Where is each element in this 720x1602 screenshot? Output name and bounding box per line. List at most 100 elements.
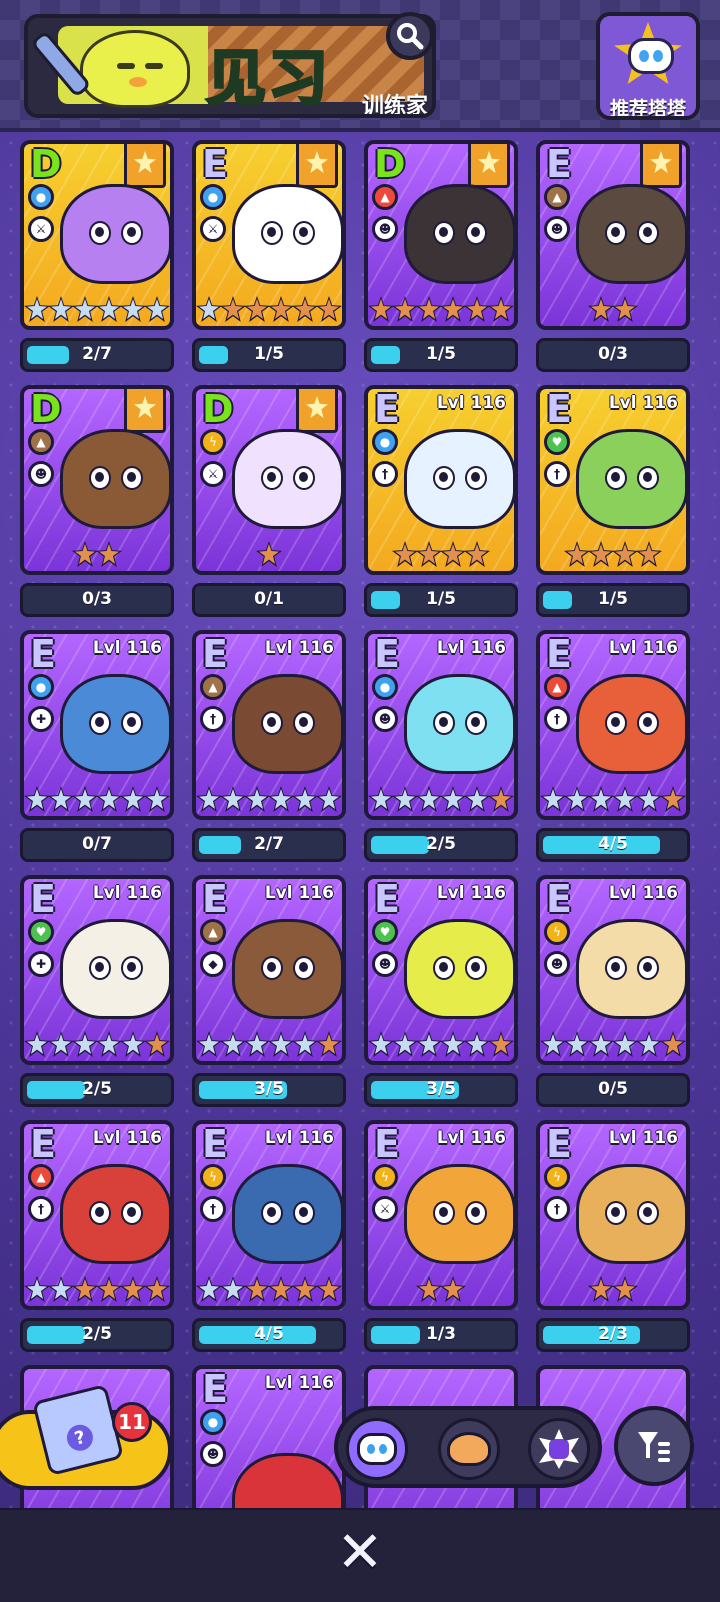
- silver-star-icon: [588, 786, 614, 812]
- progress-bar: 2/5: [20, 1318, 174, 1352]
- creature-card[interactable]: E ▲ ☻ 0/3: [536, 140, 690, 376]
- bronze-star-icon: [368, 296, 394, 322]
- star-rating: [540, 1031, 686, 1057]
- bronze-star-icon: [464, 296, 490, 322]
- favorite-star-icon[interactable]: [124, 389, 166, 433]
- favorite-star-icon[interactable]: [296, 144, 338, 188]
- creature-eye: [465, 1201, 487, 1225]
- progress-bar: 3/5: [364, 1073, 518, 1107]
- silver-star-icon: [48, 1276, 74, 1302]
- star-rating: [368, 786, 514, 812]
- progress-text: 4/5: [598, 834, 628, 854]
- swords-role-icon: ⚔: [200, 216, 226, 242]
- creature-eye: [89, 711, 111, 735]
- creature-card[interactable]: E Lvl 116 ▲ † 2/5: [20, 1120, 174, 1356]
- bronze-star-icon: [256, 541, 282, 567]
- creature-card[interactable]: E Lvl 116 ● ✚ 0/7: [20, 630, 174, 866]
- progress-text: 4/5: [254, 1324, 284, 1344]
- earth-element-icon: ▲: [200, 919, 226, 945]
- bronze-star-icon: [588, 541, 614, 567]
- star-rating: [368, 1031, 514, 1057]
- search-button[interactable]: [386, 12, 434, 60]
- creature-card[interactable]: E Lvl 116 ϟ † 2/3: [536, 1120, 690, 1356]
- silver-star-icon: [220, 1276, 246, 1302]
- cat-mascot-icon: [628, 38, 674, 74]
- card-grade: D: [30, 142, 62, 186]
- dagger-role-icon: †: [544, 1196, 570, 1222]
- favorite-star-icon[interactable]: [296, 389, 338, 433]
- silver-star-icon: [368, 786, 394, 812]
- star-rating: [196, 541, 342, 567]
- bronze-star-icon: [96, 1276, 122, 1302]
- creature-card[interactable]: E Lvl 116 ϟ ⚔ 1/3: [364, 1120, 518, 1356]
- creature-card[interactable]: E Lvl 116 ● † 1/5: [364, 385, 518, 621]
- card-frame: D ▲ ☻: [20, 385, 174, 575]
- card-frame: E Lvl 116 ϟ †: [536, 1120, 690, 1310]
- page-title: 见习: [205, 43, 330, 115]
- card-grade: E: [546, 877, 572, 921]
- creature-card[interactable]: E Lvl 116 ▲ † 4/5: [536, 630, 690, 866]
- bronze-star-icon: [316, 1276, 342, 1302]
- creature-card[interactable]: E Lvl 116 ▲ ◆ 3/5: [192, 875, 346, 1111]
- creature-card[interactable]: E Lvl 116 ♥ ✚ 2/5: [20, 875, 174, 1111]
- creature-portrait: [404, 1164, 514, 1264]
- favorite-star-icon[interactable]: [124, 144, 166, 188]
- star-rating: [368, 541, 514, 567]
- creature-card[interactable]: E Lvl 116 ▲ † 2/7: [192, 630, 346, 866]
- creature-card[interactable]: D ▲ ☻ 0/3: [20, 385, 174, 621]
- creature-card[interactable]: E Lvl 116 ♥ † 1/5: [536, 385, 690, 621]
- creature-eye: [433, 1201, 455, 1225]
- silver-star-icon: [416, 786, 442, 812]
- star-rating: [196, 296, 342, 322]
- creature-card[interactable]: Dϟ ⚔ 0/1: [192, 385, 346, 621]
- bronze-star-icon: [612, 296, 638, 322]
- silver-star-icon: [612, 1031, 638, 1057]
- progress-text: 0/3: [598, 344, 628, 364]
- creature-card[interactable]: D ● ⚔ 2/7: [20, 140, 174, 376]
- creature-card[interactable]: E Lvl 116 ♥ ☻ 3/5: [364, 875, 518, 1111]
- filter-button[interactable]: [614, 1406, 694, 1486]
- electric-element-icon: ϟ: [200, 429, 226, 455]
- creature-card[interactable]: E Lvl 116 ● ☻ 2/5: [364, 630, 518, 866]
- creature-eye: [89, 466, 111, 490]
- card-grade: E: [202, 632, 228, 676]
- progress-text: 2/7: [254, 834, 284, 854]
- water-element-icon: ●: [200, 1409, 226, 1435]
- silver-star-icon: [244, 1031, 270, 1057]
- tab-cat[interactable]: [346, 1418, 408, 1480]
- creature-card[interactable]: E ● ⚔ 1/5: [192, 140, 346, 376]
- silver-star-icon: [96, 296, 122, 322]
- tab-gem[interactable]: [528, 1418, 590, 1480]
- bronze-star-icon: [612, 1276, 638, 1302]
- progress-text: 2/3: [598, 1324, 628, 1344]
- water-element-icon: ●: [200, 184, 226, 210]
- creature-card[interactable]: D ▲ ☻ 1/5: [364, 140, 518, 376]
- card-frame: D ● ⚔: [20, 140, 174, 330]
- star-rating: [540, 296, 686, 322]
- progress-text: 3/5: [426, 1079, 456, 1099]
- creature-portrait: [404, 919, 514, 1019]
- card-level: Lvl 116: [264, 1373, 334, 1393]
- creature-eye: [261, 956, 283, 980]
- creature-card[interactable]: E Lvl 116 ϟ ☻ 0/5: [536, 875, 690, 1111]
- favorite-star-icon[interactable]: [640, 144, 682, 188]
- card-level: Lvl 116: [608, 393, 678, 413]
- close-button[interactable]: ✕: [330, 1520, 390, 1585]
- progress-text: 1/5: [426, 344, 456, 364]
- bronze-star-icon: [316, 1031, 342, 1057]
- bronze-star-icon: [96, 541, 122, 567]
- card-grade: E: [374, 1122, 400, 1166]
- recommend-button[interactable]: 推荐塔塔: [596, 12, 700, 120]
- creature-eye: [433, 466, 455, 490]
- tab-bun[interactable]: [438, 1418, 500, 1480]
- favorite-star-icon[interactable]: [468, 144, 510, 188]
- progress-bar: 1/5: [192, 338, 346, 372]
- silver-star-icon: [96, 786, 122, 812]
- bronze-star-icon: [392, 541, 418, 567]
- creature-card[interactable]: E Lvl 116 ϟ † 4/5: [192, 1120, 346, 1356]
- card-level: Lvl 116: [264, 1128, 334, 1148]
- gem-icon: [539, 1429, 579, 1469]
- silver-star-icon: [588, 1031, 614, 1057]
- creature-eye: [293, 956, 315, 980]
- card-frame: E Lvl 116 ♥ †: [536, 385, 690, 575]
